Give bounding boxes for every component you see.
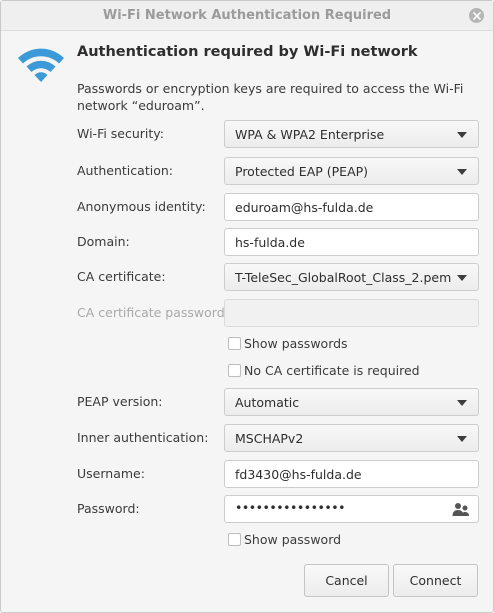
authentication-dropdown[interactable]: Protected EAP (PEAP) <box>224 157 479 185</box>
ca-certificate-dropdown[interactable]: T-TeleSec_GlobalRoot_Class_2.pem <box>224 263 479 291</box>
inner-authentication-dropdown[interactable]: MSCHAPv2 <box>224 424 479 452</box>
inner-authentication-value: MSCHAPv2 <box>235 431 304 446</box>
ca-certificate-value: T-TeleSec_GlobalRoot_Class_2.pem <box>235 270 452 285</box>
dialog-description: Passwords or encryption keys are require… <box>77 81 464 113</box>
anonymous-identity-value: eduroam@hs-fulda.de <box>235 200 374 215</box>
anonymous-identity-input[interactable]: eduroam@hs-fulda.de <box>224 193 479 221</box>
close-icon <box>472 11 481 20</box>
peap-version-dropdown[interactable]: Automatic <box>224 388 479 416</box>
no-ca-certificate-label: No CA certificate is required <box>244 363 420 378</box>
title-bar[interactable]: Wi-Fi Network Authentication Required <box>1 1 493 31</box>
show-passwords-checkbox[interactable] <box>228 337 241 350</box>
password-value: •••••••••••••••• <box>235 500 345 515</box>
chevron-down-icon <box>457 275 467 281</box>
peap-version-label: PEAP version: <box>77 394 163 409</box>
user-options-icon[interactable] <box>452 502 470 517</box>
domain-value: hs-fulda.de <box>235 235 305 250</box>
password-input[interactable]: •••••••••••••••• <box>224 495 479 523</box>
wifi-security-label: Wi-Fi security: <box>77 126 165 141</box>
domain-input[interactable]: hs-fulda.de <box>224 228 479 256</box>
chevron-down-icon <box>457 169 467 175</box>
dialog-heading: Authentication required by Wi-Fi network <box>77 44 418 60</box>
authentication-value: Protected EAP (PEAP) <box>235 164 369 179</box>
close-button[interactable] <box>469 8 484 23</box>
connect-button[interactable]: Connect <box>393 564 478 597</box>
ca-certificate-password-label: CA certificate password: <box>77 305 229 320</box>
ca-certificate-password-input <box>224 299 479 327</box>
window-title: Wi-Fi Network Authentication Required <box>102 8 392 23</box>
wifi-icon <box>18 48 64 82</box>
password-label: Password: <box>77 501 140 516</box>
cancel-button[interactable]: Cancel <box>304 564 389 597</box>
username-value: fd3430@hs-fulda.de <box>235 467 362 482</box>
no-ca-certificate-checkbox[interactable] <box>228 364 241 377</box>
chevron-down-icon <box>457 400 467 406</box>
anonymous-identity-label: Anonymous identity: <box>77 199 206 214</box>
domain-label: Domain: <box>77 234 130 249</box>
show-passwords-label: Show passwords <box>244 336 348 351</box>
inner-authentication-label: Inner authentication: <box>77 430 209 445</box>
wifi-security-dropdown[interactable]: WPA & WPA2 Enterprise <box>224 120 479 148</box>
peap-version-value: Automatic <box>235 395 300 410</box>
authentication-label: Authentication: <box>77 163 173 178</box>
username-label: Username: <box>77 466 145 481</box>
dialog-window: Wi-Fi Network Authentication Required Au… <box>0 0 494 613</box>
wifi-security-value: WPA & WPA2 Enterprise <box>235 127 385 142</box>
show-password-checkbox[interactable] <box>228 533 241 546</box>
ca-certificate-label: CA certificate: <box>77 269 166 284</box>
show-password-label: Show password <box>244 532 342 547</box>
chevron-down-icon <box>457 132 467 138</box>
username-input[interactable]: fd3430@hs-fulda.de <box>224 460 479 488</box>
chevron-down-icon <box>457 436 467 442</box>
